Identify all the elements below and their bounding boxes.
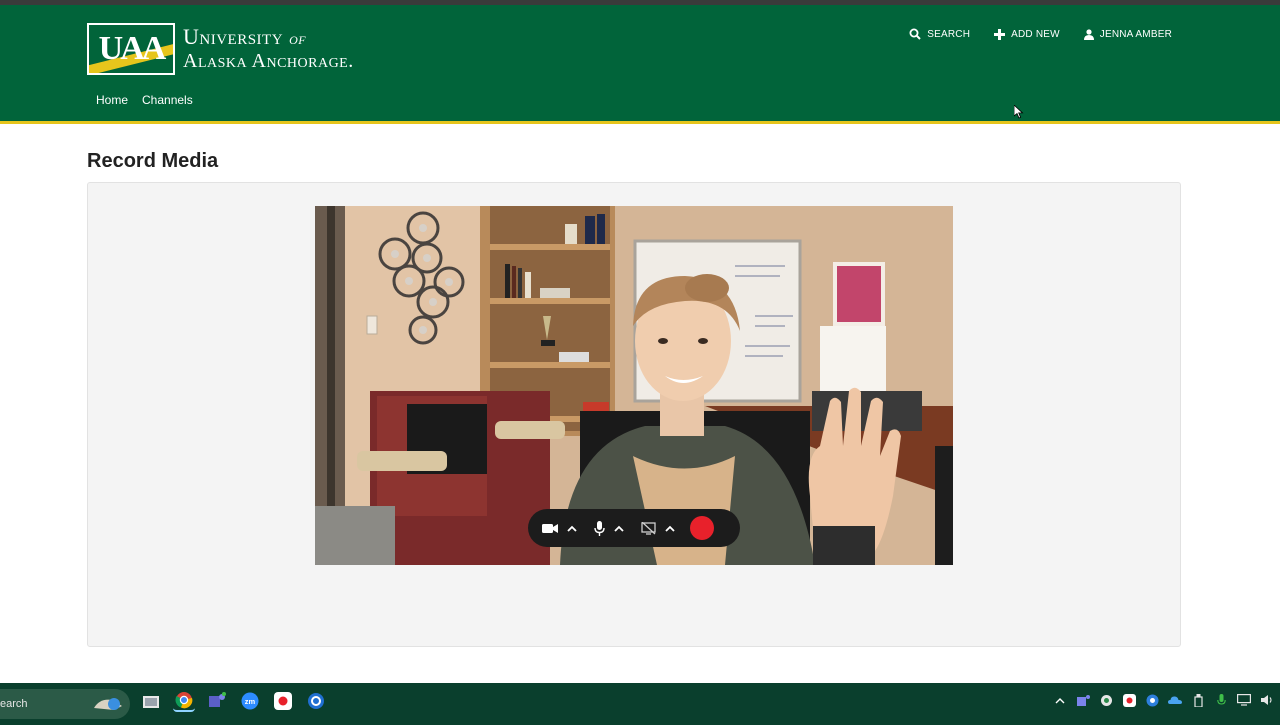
mouse-cursor-icon — [1014, 105, 1024, 119]
onedrive-icon[interactable] — [1168, 693, 1182, 707]
teams-icon[interactable] — [206, 690, 228, 712]
app-tray-icon[interactable] — [1145, 693, 1159, 707]
logo-wordmark: University of Alaska Anchorage. — [183, 24, 354, 73]
chrome-icon[interactable] — [173, 690, 195, 712]
mic-icon[interactable] — [1214, 693, 1228, 707]
screen-share-options-button[interactable] — [665, 525, 675, 532]
browser-icon[interactable] — [305, 690, 327, 712]
logo-line2: Alaska Anchorage. — [183, 50, 354, 72]
zoom-icon[interactable]: zm — [239, 690, 261, 712]
microphone-toggle-button[interactable] — [594, 520, 605, 536]
app-tray-icon[interactable] — [1122, 693, 1136, 707]
screen-share-off-icon — [641, 521, 656, 535]
file-explorer-icon[interactable] — [140, 690, 162, 712]
teams-tray-icon[interactable] — [1076, 693, 1090, 707]
logo-of: of — [289, 29, 307, 48]
search-button[interactable]: SEARCH — [909, 28, 970, 40]
search-highlight-icon — [94, 698, 122, 710]
taskbar-search-text: earch — [0, 698, 28, 710]
add-new-label: ADD NEW — [1011, 28, 1060, 40]
logo-mark-text: UAA — [98, 30, 167, 67]
search-label: SEARCH — [927, 28, 971, 40]
chevron-up-icon — [665, 525, 675, 532]
usb-icon[interactable] — [1191, 693, 1205, 707]
uaa-logo[interactable]: UAA University of Alaska Anchorage. — [87, 23, 354, 75]
record-app-icon[interactable] — [272, 690, 294, 712]
display-icon[interactable] — [1237, 693, 1251, 707]
user-icon — [1083, 28, 1094, 40]
microphone-icon — [594, 520, 605, 536]
windows-taskbar: earch zm — [0, 683, 1280, 725]
page-title: Record Media — [87, 150, 219, 172]
logo-mark-box: UAA — [87, 23, 175, 75]
camera-toggle-button[interactable] — [542, 523, 558, 534]
taskbar-search-box[interactable]: earch — [0, 689, 130, 719]
user-name-label: JENNA AMBER — [1099, 28, 1172, 40]
search-icon — [909, 28, 921, 40]
main-nav: Home Channels — [96, 93, 193, 107]
system-tray — [1053, 693, 1274, 707]
screen-share-toggle-button[interactable] — [641, 521, 656, 535]
camera-options-button[interactable] — [567, 525, 577, 532]
record-button[interactable] — [690, 516, 714, 540]
network-icon[interactable] — [1099, 693, 1113, 707]
chevron-up-icon — [614, 525, 624, 532]
taskbar-apps: zm — [140, 690, 327, 712]
user-menu[interactable]: JENNA AMBER — [1083, 28, 1172, 40]
nav-home[interactable]: Home — [96, 93, 128, 107]
logo-line1: University — [183, 24, 284, 49]
site-header: UAA University of Alaska Anchorage. SEAR… — [0, 5, 1280, 121]
chevron-up-icon — [567, 525, 577, 532]
chevron-up-icon[interactable] — [1053, 693, 1067, 707]
add-new-button[interactable]: ADD NEW — [994, 28, 1060, 40]
header-actions: SEARCH ADD NEW JENNA AMBER — [909, 28, 1172, 40]
plus-icon — [994, 28, 1006, 40]
camera-icon — [542, 523, 558, 533]
microphone-options-button[interactable] — [614, 525, 624, 532]
nav-channels[interactable]: Channels — [142, 93, 193, 107]
volume-icon[interactable] — [1260, 693, 1274, 707]
svg-text:zm: zm — [245, 697, 256, 706]
header-gold-rule — [0, 121, 1280, 124]
recorder-controls — [528, 509, 740, 547]
